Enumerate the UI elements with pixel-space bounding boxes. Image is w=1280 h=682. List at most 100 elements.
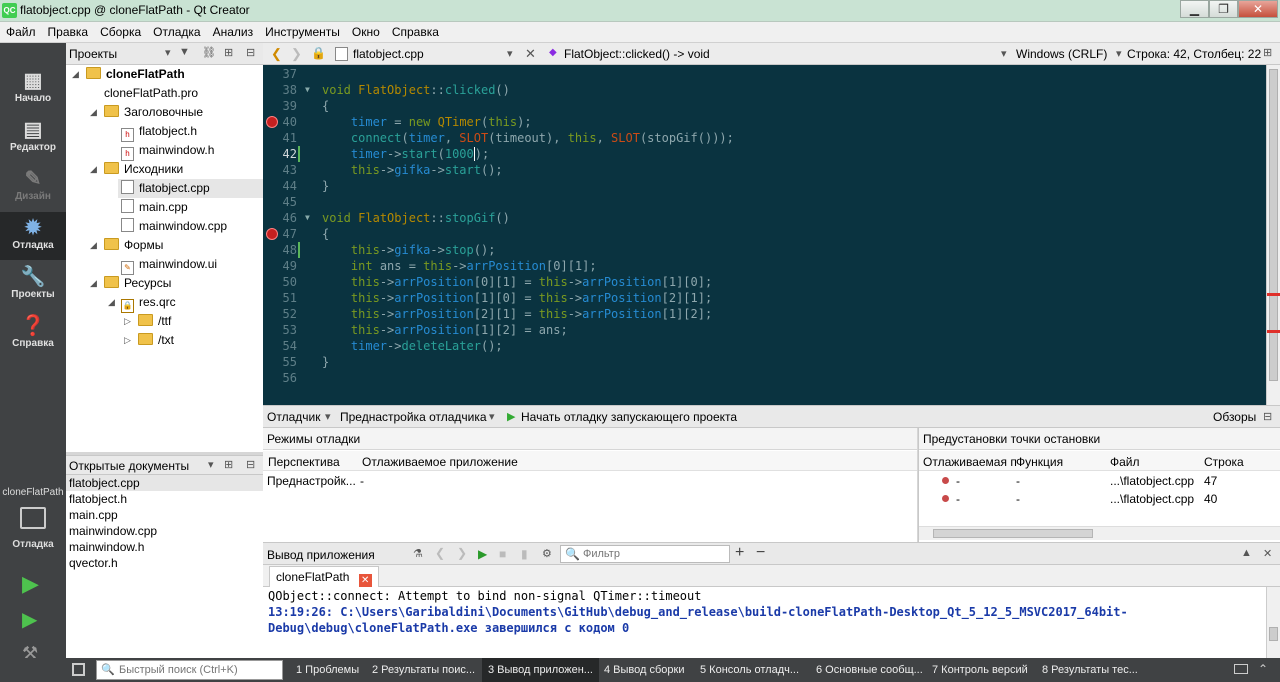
chevron-down-icon[interactable]: ▾ — [1116, 47, 1122, 60]
chevron-down-icon[interactable]: ▾ — [507, 47, 513, 60]
output-tab[interactable]: cloneFlatPath ✕ — [269, 566, 379, 587]
maximize-pane-icon[interactable]: ▲ — [1241, 547, 1252, 559]
chevron-down-icon[interactable]: ◢ — [90, 236, 97, 255]
output-pane-tab[interactable]: 2 Результаты поис... — [366, 658, 481, 682]
chevron-right-icon[interactable]: ▷ — [124, 312, 131, 331]
menu-build[interactable]: Сборка — [94, 22, 147, 42]
tree-item-res-qrc[interactable]: 🔒 res.qrc — [121, 293, 176, 313]
open-doc-item[interactable]: flatobject.cpp — [66, 475, 263, 491]
clear-output-icon[interactable]: ⚗ — [413, 547, 423, 560]
tree-item-mainwindow-ui[interactable]: ✎ mainwindow.ui — [121, 255, 217, 275]
menu-help[interactable]: Справка — [386, 22, 445, 42]
chevron-down-icon[interactable]: ◢ — [90, 274, 97, 293]
breakpoint-app[interactable]: - — [956, 490, 960, 508]
run-icon[interactable]: ▶ — [22, 571, 39, 597]
tree-item-mainwindow-h[interactable]: h mainwindow.h — [121, 141, 214, 161]
tree-item-txt[interactable]: /txt — [138, 331, 174, 350]
mode-design[interactable]: ✎ Дизайн — [0, 163, 66, 211]
sidebar-toggle-icon[interactable] — [72, 663, 85, 676]
fold-arrow-icon[interactable]: ▼ — [305, 82, 310, 98]
views-button[interactable]: Обзоры — [1213, 410, 1256, 424]
chevron-down-icon[interactable]: ▾ — [325, 410, 331, 423]
minus-icon[interactable]: − — [756, 544, 765, 562]
split-icon[interactable]: ⊞ — [1263, 46, 1272, 59]
navigator-title[interactable]: Проекты — [69, 47, 117, 61]
column-header[interactable]: Файл — [1110, 452, 1140, 472]
breakpoint-marker[interactable] — [266, 228, 278, 240]
monitor-icon[interactable] — [20, 507, 46, 529]
fold-arrow-icon[interactable]: ▼ — [305, 210, 310, 226]
mode-edit[interactable]: ▤ Редактор — [0, 114, 66, 162]
menu-tools[interactable]: Инструменты — [259, 22, 346, 42]
rerun-icon[interactable]: ▶ — [478, 547, 487, 561]
chevron-up-icon[interactable]: ⌃ — [1258, 662, 1268, 676]
link-icon[interactable]: ⛓ — [202, 46, 216, 59]
chevron-down-icon[interactable]: ▾ — [208, 458, 214, 471]
output-pane-tab[interactable]: 4 Вывод сборки — [598, 658, 690, 682]
chevron-right-icon[interactable]: ▷ — [124, 331, 131, 350]
chevron-down-icon[interactable]: ◢ — [108, 293, 115, 312]
plus-icon[interactable]: + — [735, 544, 744, 562]
maximize-button[interactable]: ❐ — [1209, 0, 1238, 18]
debugger-preset-selector[interactable]: Преднастройка отладчика — [340, 410, 487, 424]
chevron-down-icon[interactable]: ▾ — [1001, 47, 1007, 60]
breakpoint-function[interactable]: - — [1016, 490, 1020, 508]
scrollbar-thumb[interactable] — [933, 529, 1093, 538]
mode-help[interactable]: ❓ Справка — [0, 310, 66, 358]
close-tab-icon[interactable]: ✕ — [358, 574, 372, 587]
tree-item-pro-file[interactable]: cloneFlatPath.pro — [104, 84, 198, 103]
tree-item-project[interactable]: cloneFlatPath — [86, 65, 185, 84]
output-pane-tab[interactable]: 6 Основные сообщ... — [810, 658, 929, 682]
column-header[interactable]: Отлаживаемая п — [923, 452, 1017, 472]
editor-scrollbar[interactable] — [1266, 65, 1280, 405]
open-doc-item[interactable]: mainwindow.cpp — [66, 523, 263, 539]
stop-icon[interactable]: ■ — [499, 547, 506, 561]
tree-item-headers[interactable]: Заголовочные — [104, 103, 203, 122]
minimize-button[interactable]: ▁ — [1180, 0, 1209, 18]
output-pane-tab[interactable]: 1 Проблемы — [290, 658, 365, 682]
tree-item-forms[interactable]: Формы — [104, 236, 163, 255]
debug-mode-perspective[interactable]: Преднастройк... — [267, 472, 356, 490]
start-debug-button[interactable]: Начать отладку запускающего проекта — [521, 410, 737, 424]
open-doc-item[interactable]: main.cpp — [66, 507, 263, 523]
split-icon[interactable]: ⊞ — [224, 458, 233, 471]
scrollbar-thumb[interactable] — [1269, 627, 1278, 641]
chevron-down-icon[interactable]: ◢ — [90, 103, 97, 122]
breakpoint-app[interactable]: - — [956, 472, 960, 490]
breakpoint-file[interactable]: ...\flatobject.cpp — [1110, 472, 1194, 490]
menu-file[interactable]: Файл — [0, 22, 42, 42]
open-doc-item[interactable]: mainwindow.h — [66, 539, 263, 555]
menu-edit[interactable]: Правка — [42, 22, 95, 42]
output-scrollbar[interactable] — [1266, 587, 1280, 658]
breakpoint-function[interactable]: - — [1016, 472, 1020, 490]
application-output[interactable]: QObject::connect: Attempt to bind non-si… — [263, 587, 1266, 658]
close-pane-icon[interactable]: ✕ — [1263, 547, 1272, 560]
output-filter-input[interactable] — [583, 547, 723, 561]
tree-item-resources[interactable]: Ресурсы — [104, 274, 171, 293]
breakpoint-file[interactable]: ...\flatobject.cpp — [1110, 490, 1194, 508]
output-pane-tab[interactable]: 8 Результаты тес... — [1036, 658, 1144, 682]
breakpoint-marker[interactable] — [266, 116, 278, 128]
close-pane-icon[interactable]: ⊟ — [1263, 410, 1272, 423]
debugger-label[interactable]: Отладчик — [267, 410, 320, 424]
close-pane-icon[interactable]: ⊟ — [246, 458, 255, 471]
tree-item-flatobject-cpp[interactable]: flatobject.cpp — [118, 179, 263, 198]
menu-window[interactable]: Окно — [346, 22, 386, 42]
code-editor[interactable]: 37 38 39 40 41 42 43 44 45 46 47 48 49 5… — [263, 65, 1266, 405]
column-header[interactable]: Строка — [1204, 452, 1244, 472]
column-header[interactable]: Функция — [1016, 452, 1063, 472]
tree-item-flatobject-h[interactable]: h flatobject.h — [121, 122, 197, 142]
output-pane-tab[interactable]: 3 Вывод приложен... — [482, 658, 599, 682]
tree-item-mainwindow-cpp[interactable]: mainwindow.cpp — [121, 217, 227, 236]
breakpoint-line[interactable]: 47 — [1204, 472, 1217, 490]
open-doc-item[interactable]: flatobject.h — [66, 491, 263, 507]
attach-icon[interactable]: ▮ — [521, 547, 528, 561]
close-document-icon[interactable]: ✕ — [525, 46, 536, 62]
breakpoint-line[interactable]: 40 — [1204, 490, 1217, 508]
chevron-down-icon[interactable]: ▾ — [489, 410, 495, 423]
progress-toggle-icon[interactable] — [1234, 664, 1248, 674]
previous-icon[interactable]: ❮ — [435, 546, 445, 560]
mode-projects[interactable]: 🔧 Проекты — [0, 261, 66, 309]
current-file-name[interactable]: flatobject.cpp — [353, 47, 424, 61]
settings-gear-icon[interactable]: ⚙ — [542, 547, 552, 560]
